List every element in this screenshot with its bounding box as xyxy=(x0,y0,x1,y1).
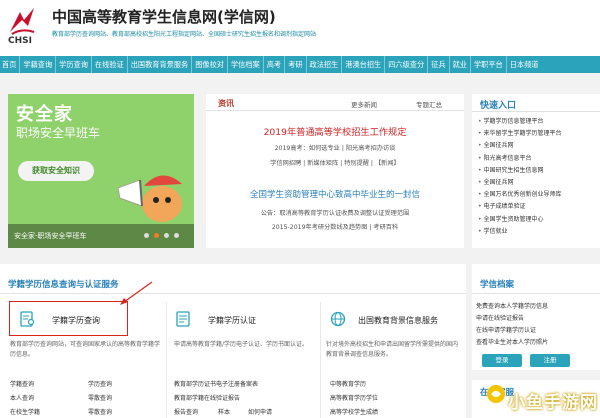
register-button[interactable]: 注册 xyxy=(530,354,570,367)
news-more-link[interactable]: 更多新闻 xyxy=(351,99,377,109)
carousel-dots xyxy=(144,233,179,238)
services-title: 学籍学历信息查询与认证服务 xyxy=(8,280,119,290)
banner-caption: 安全家-职场安全早班车 xyxy=(14,232,87,240)
quick-entry-item[interactable]: 全国万名优秀创新创业导师库 xyxy=(478,189,562,201)
carousel-dot[interactable] xyxy=(164,233,169,238)
quick-entry-title: 快速入口 xyxy=(480,101,517,111)
news-headline[interactable]: 2019年普通高等学校招生工作规定 xyxy=(206,124,464,138)
site-header: CHSI 中国高等教育学生信息网(学信网) 教育部学历查询网站、教育部高校招生阳… xyxy=(0,0,600,56)
service-desc: 教育部学历查询网站，可查询国家承认的高等教育学籍学历信息。 xyxy=(10,341,161,358)
service-link[interactable]: 学历查询 xyxy=(88,379,112,388)
service-name[interactable]: 出国教育背景信息服务 xyxy=(358,315,438,326)
nav-item[interactable]: 考研 xyxy=(285,56,305,73)
page: CHSI 中国高等教育学生信息网(学信网) 教育部学历查询网站、教育部高校招生阳… xyxy=(0,0,600,418)
nav-item[interactable]: 学籍查询 xyxy=(20,56,55,73)
promo-banner[interactable]: 安全家 职场安全早班车 获取安全知识 安全家-职场安全早班车 xyxy=(8,94,194,248)
carousel-dot[interactable] xyxy=(144,233,149,238)
arrow-icon xyxy=(120,281,153,305)
quick-entry-list: 学籍学历信息管理平台来华留学生学籍学历管理平台全国征兵网阳光高考信息平台中国研究… xyxy=(478,116,562,238)
service-link[interactable]: 教育部学籍在线验证报告 xyxy=(174,393,240,402)
service-name[interactable]: 学籍学历认证 xyxy=(208,315,256,326)
main-nav: 首页 学籍查询 学历查询 在线验证 出国教育背景服务 图像校对 学信档案 高考 考研 政法招生 港澳… xyxy=(0,56,600,73)
quick-entry-item[interactable]: 全国征兵网 xyxy=(478,140,562,152)
cartoon-figure-icon xyxy=(118,175,182,222)
service-link[interactable]: 零散查询 xyxy=(88,407,112,416)
service-link[interactable]: 零散查询 xyxy=(88,393,112,402)
divider xyxy=(0,293,466,294)
globe-icon xyxy=(330,311,346,327)
news-panel: 资讯 更多新闻 专题汇总 2019年普通高等学校招生工作规定 2019高考：如何… xyxy=(206,94,464,248)
news-tab[interactable]: 资讯 xyxy=(218,98,234,109)
nav-item[interactable]: 政法招生 xyxy=(307,56,342,73)
quick-entry-item[interactable]: 全国学生资助管理中心 xyxy=(478,214,562,226)
news-headline[interactable]: 全国学生资助管理中心致高中毕业生的一封信 xyxy=(206,188,464,200)
quick-entry-item[interactable]: 阳光高考信息平台 xyxy=(478,153,562,165)
nav-item[interactable]: 日本频道 xyxy=(507,56,542,73)
service-link[interactable]: 学籍查询 xyxy=(10,379,34,388)
divider xyxy=(166,302,167,418)
archive-item[interactable]: 免费查询本人学籍学历信息 xyxy=(476,301,548,310)
carousel-dot-active[interactable] xyxy=(154,233,159,238)
quick-entry-item[interactable]: 学籍学历信息管理平台 xyxy=(478,116,562,128)
archive-title: 学信档案 xyxy=(480,280,515,290)
site-title[interactable]: 中国高等教育学生信息网(学信网) xyxy=(52,6,276,27)
nav-item[interactable]: 学历查询 xyxy=(56,56,91,73)
archive-item[interactable]: 在线申请学籍学历认证 xyxy=(476,325,536,334)
service-desc: 申请高等教育学籍/学历电子认证、学历书面认证。 xyxy=(174,341,309,348)
service-link[interactable]: 高等学校学生成绩 xyxy=(330,407,378,416)
nav-item[interactable]: 就业 xyxy=(450,56,470,73)
service-link[interactable]: 本人查询 xyxy=(10,393,34,402)
quick-entry-item[interactable]: 来华留学生学籍学历管理平台 xyxy=(478,128,562,140)
archive-item[interactable]: 申请在线验证报告 xyxy=(476,313,524,322)
nav-item[interactable]: 首页 xyxy=(0,56,19,73)
divider xyxy=(320,302,321,418)
news-link-line[interactable]: 2019高考：如何选专业 | 阳光高考招办访谈 xyxy=(206,143,464,152)
news-link-line[interactable]: 2015-2019年考研分数线及趋势图 | 考研百科 xyxy=(206,222,464,231)
archive-panel: 学信档案 免费查询本人学籍学历信息 申请在线验证报告 在线申请学籍学历认证 查看… xyxy=(472,264,600,370)
divider xyxy=(472,111,600,112)
quick-entry-item[interactable]: 全国征兵网 xyxy=(478,177,562,189)
nav-item[interactable]: 出国教育背景服务 xyxy=(128,56,192,73)
news-link-line[interactable]: 学信网招聘 | 新媒体矩阵 | 特别提醒 | 【新闻】 xyxy=(206,158,464,167)
divider xyxy=(206,110,464,111)
quick-entry-panel: 快速入口 学籍学历信息管理平台来华留学生学籍学历管理平台全国征兵网阳光高考信息平… xyxy=(472,94,600,248)
nav-item[interactable]: 高考 xyxy=(264,56,284,73)
service-link[interactable]: 中等教育学历 xyxy=(330,379,366,388)
site-subtitle: 教育部学历查询网站、教育部高校招生阳光工程指定网站、全国硕士研究生招生报名和调剂… xyxy=(52,31,317,38)
service-desc: 针对境外高校招生和申请出国留学所需提供的国内教育背景调查信息服务。 xyxy=(326,341,459,358)
highlight-box xyxy=(9,301,128,336)
nav-item[interactable]: 在线验证 xyxy=(92,56,127,73)
certificate-icon xyxy=(176,311,190,327)
banner-subtitle: 职场安全早班车 xyxy=(16,126,101,140)
login-button[interactable]: 登录 xyxy=(482,354,522,367)
quick-entry-item[interactable]: 学信就业 xyxy=(478,226,562,238)
service-link[interactable]: 样本 xyxy=(218,407,230,416)
watermark-text: 小鱼手游网 xyxy=(508,393,598,413)
banner-button[interactable]: 获取安全知识 xyxy=(18,161,94,181)
quick-entry-item[interactable]: 电子成绩单验证 xyxy=(478,201,562,213)
logo-text: CHSI xyxy=(8,36,32,46)
divider xyxy=(472,293,600,294)
nav-item[interactable]: 学职平台 xyxy=(471,56,506,73)
nav-item[interactable]: 港澳台招生 xyxy=(342,56,384,73)
service-link[interactable]: 教育部学历证书电子注册备案表 xyxy=(174,379,258,388)
nav-item[interactable]: 征兵 xyxy=(428,56,448,73)
banner-title: 安全家 xyxy=(16,104,73,125)
fish-logo-icon xyxy=(487,385,505,403)
service-link[interactable]: 在校生学籍 xyxy=(10,407,40,416)
service-link[interactable]: 报告查询 xyxy=(174,407,198,416)
carousel-dot[interactable] xyxy=(174,233,179,238)
news-link-line[interactable]: 公告：取消高等教育学历认证收费及调整认证受理范围 xyxy=(206,208,464,217)
quick-entry-item[interactable]: 中国研究生招生信息网 xyxy=(478,165,562,177)
nav-item[interactable]: 学信档案 xyxy=(228,56,263,73)
services-panel: 学籍学历信息查询与认证服务 学籍学历查询 教育部学历查询网站，可查询国家承认的高… xyxy=(0,264,466,418)
nav-item[interactable]: 四六级查分 xyxy=(385,56,427,73)
archive-item[interactable]: 查看毕业生对本人学历照片 xyxy=(476,337,548,346)
service-link[interactable]: 如何申请 xyxy=(248,407,272,416)
nav-item[interactable]: 图像校对 xyxy=(192,56,227,73)
news-special-link[interactable]: 专题汇总 xyxy=(416,99,442,109)
service-link[interactable]: 高等教育学历学位 xyxy=(330,393,378,402)
chsi-logo-icon[interactable] xyxy=(6,6,38,36)
